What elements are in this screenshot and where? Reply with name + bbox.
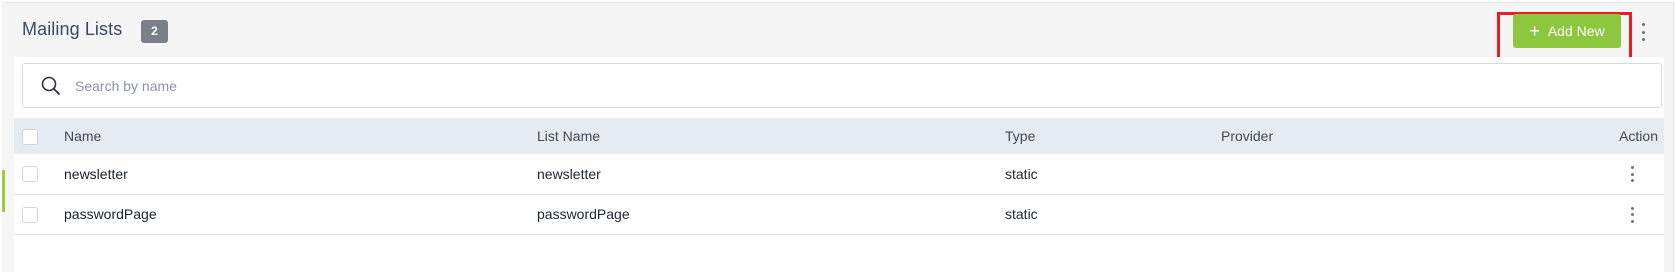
row-provider xyxy=(1221,154,1581,194)
row-action-menu-icon[interactable] xyxy=(1628,206,1636,223)
app-frame: Mailing Lists 2 + Add New Search by name… xyxy=(0,0,1676,272)
row-list-name: passwordPage xyxy=(537,206,630,222)
row-select-cell xyxy=(14,154,64,194)
table-row[interactable]: newsletter newsletter static xyxy=(14,154,1664,194)
row-type: static xyxy=(1005,165,1038,182)
column-header-name[interactable]: Name xyxy=(64,118,537,154)
row-action-cell xyxy=(1581,154,1664,194)
column-header-action: Action xyxy=(1619,128,1658,144)
search-icon xyxy=(41,76,60,95)
panel-header: Mailing Lists 2 + Add New xyxy=(2,3,1673,60)
search-input[interactable] xyxy=(75,64,1575,107)
plus-icon: + xyxy=(1529,20,1540,41)
add-new-label: Add New xyxy=(1547,23,1605,39)
mailing-lists-table: Name List Name Type Provider Action news… xyxy=(14,118,1664,235)
row-select-cell xyxy=(14,194,64,234)
row-checkbox[interactable] xyxy=(22,166,38,183)
row-provider xyxy=(1221,194,1581,234)
row-checkbox[interactable] xyxy=(22,206,38,223)
page-title: Mailing Lists xyxy=(22,19,123,39)
row-list-name: newsletter xyxy=(537,165,601,182)
select-all-checkbox[interactable] xyxy=(22,128,38,145)
row-name[interactable]: passwordPage xyxy=(64,194,537,234)
count-badge: 2 xyxy=(141,20,168,43)
row-name[interactable]: newsletter xyxy=(64,154,537,194)
table-header-row: Name List Name Type Provider Action xyxy=(14,118,1664,154)
row-type: static xyxy=(1005,206,1038,222)
add-new-button[interactable]: + Add New xyxy=(1513,14,1621,48)
select-all-cell xyxy=(14,118,64,154)
mailing-lists-panel: Mailing Lists 2 + Add New Search by name… xyxy=(2,2,1674,272)
list-card: Name List Name Type Provider Action news… xyxy=(14,57,1664,272)
active-row-indicator xyxy=(2,170,5,212)
table-row[interactable]: passwordPage passwordPage static xyxy=(14,194,1664,234)
row-action-cell xyxy=(1581,194,1664,234)
search-box xyxy=(22,63,1662,108)
column-header-provider[interactable]: Provider xyxy=(1221,118,1581,154)
column-header-list-name[interactable]: List Name xyxy=(537,118,1005,154)
kebab-menu-icon[interactable] xyxy=(1639,23,1647,41)
row-action-menu-icon[interactable] xyxy=(1628,166,1636,183)
column-header-type[interactable]: Type xyxy=(1005,118,1221,154)
